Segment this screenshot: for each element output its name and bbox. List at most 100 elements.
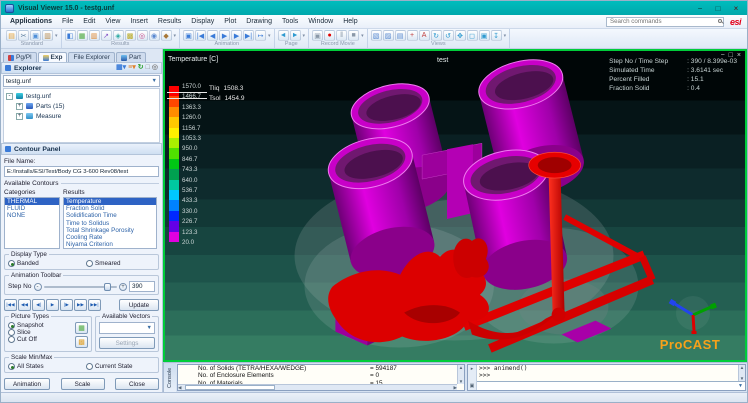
options-icon[interactable]: ◎ [152,64,158,72]
group-overflow-icon[interactable]: ▾ [504,33,507,39]
mdi-close-button[interactable]: × [737,52,741,59]
new-view-icon[interactable]: □ [146,64,150,72]
tab-exp[interactable]: Exp [38,52,68,62]
anchor-view-icon[interactable]: ↧ [491,30,502,41]
radio-banded[interactable]: Banded [8,260,86,267]
tab-part[interactable]: Part [116,52,146,62]
radio-slice[interactable]: Slice [8,329,75,336]
probe-icon[interactable]: ◎ [137,30,148,41]
menu-item[interactable]: Applications [5,18,57,25]
vector-plot-icon[interactable]: ↗ [101,30,112,41]
expand-icon[interactable]: + [16,103,23,110]
menu-item[interactable]: View [100,18,125,25]
tab-file-explorer[interactable]: File Explorer [68,52,114,62]
result-item[interactable]: Total Shrinkage Porosity [64,227,156,234]
transport-button[interactable]: ▶▶ [74,299,87,311]
pause-icon[interactable]: ‖ [336,30,347,41]
cut-icon[interactable]: ✂ [18,30,29,41]
tab-pgpl[interactable]: Pg/Pl [3,52,37,62]
result-item[interactable]: Time to Solidus [64,220,156,227]
cutoff-settings-button[interactable]: ▩ [75,336,88,348]
chevron-down-icon[interactable]: ▼ [736,383,745,389]
menu-item[interactable]: File [57,18,78,25]
step-minus-button[interactable]: - [34,283,42,291]
last-frame-icon[interactable]: ▶| [243,30,254,41]
grid-icon[interactable]: ▣ [470,383,475,389]
refresh-icon[interactable]: ↻ [138,64,144,72]
vertical-scrollbar[interactable]: ▲▼ [457,365,464,384]
tree-item-root[interactable]: - testg.unf [6,91,157,101]
menu-item[interactable]: Help [338,18,362,25]
slider-handle[interactable] [104,283,111,291]
load-results-icon[interactable]: ◧ [65,30,76,41]
annotation-icon[interactable]: A [419,30,430,41]
sort-icon[interactable]: ≡▾ [128,64,136,72]
search-input[interactable] [606,17,724,27]
radio-all-states[interactable]: All States [8,363,86,370]
maximize-button[interactable]: □ [711,3,725,13]
update-button[interactable]: Update [119,299,159,311]
play-icon[interactable]: ▶ [219,30,230,41]
next-page-icon[interactable]: ► [290,30,301,41]
banded-contour-icon[interactable]: ▥ [89,30,100,41]
radio-snapshot[interactable]: Snapshot [8,322,75,329]
close-panel-button[interactable]: Close [115,378,159,390]
menu-item[interactable]: Insert [125,18,153,25]
animation-setup-icon[interactable]: ▣ [183,30,194,41]
open-icon[interactable]: ▤ [6,30,17,41]
console-tab[interactable]: Console [163,363,176,392]
menu-item[interactable]: Edit [78,18,100,25]
tree-item-measure[interactable]: + Measure [16,111,157,121]
first-frame-icon[interactable]: |◀ [195,30,206,41]
transport-button[interactable]: ◀◀ [18,299,31,311]
menu-item[interactable]: Drawing [241,18,277,25]
window-layout-icon[interactable]: ▨ [383,30,394,41]
scale-button[interactable]: Scale [61,378,105,390]
radio-smeared[interactable]: Smeared [86,260,121,267]
zoom-area-icon[interactable]: ◻ [467,30,478,41]
view-mode-icon[interactable]: ▦▾ [116,64,126,72]
result-item[interactable]: Temperature [64,198,156,205]
category-item[interactable]: NONE [5,212,59,219]
collapse-icon[interactable]: - [6,93,13,100]
menu-item[interactable]: Display [186,18,219,25]
pan-icon[interactable]: ✥ [455,30,466,41]
transport-button[interactable]: |▶ [60,299,73,311]
tree-item-parts[interactable]: + Parts (15) [16,101,157,111]
minimize-button[interactable]: − [693,3,707,13]
vectors-combo[interactable]: ▼ [99,322,155,334]
step-back-icon[interactable]: ◀ [207,30,218,41]
paste-icon[interactable]: ▥ [42,30,53,41]
group-overflow-icon[interactable]: ▾ [303,33,306,39]
record-icon[interactable]: ● [324,30,335,41]
command-scrollbar[interactable]: ▲▼ [738,365,745,381]
menu-item[interactable]: Results [153,18,186,25]
run-icon[interactable]: ▸ [471,366,474,372]
command-input[interactable] [477,382,736,390]
step-no-field[interactable] [129,281,155,292]
category-item[interactable]: FLUID [5,205,59,212]
slice-settings-button[interactable]: ▦ [75,322,88,334]
result-item[interactable]: Niyama Criterion [64,241,156,248]
section-cut-icon[interactable]: ▩ [125,30,136,41]
expand-icon[interactable]: + [16,113,23,120]
console-output-pane[interactable]: No. of Solids (TETRA/HEXA/WEDGE)= 594187… [177,364,465,391]
page-setup-icon[interactable]: ▧ [371,30,382,41]
previous-page-icon[interactable]: ◄ [278,30,289,41]
command-input-row[interactable]: ▼ [477,381,745,390]
transport-button[interactable]: |◀◀ [4,299,17,311]
step-slider[interactable] [44,286,118,288]
stop-icon[interactable]: ■ [348,30,359,41]
animation-button[interactable]: Animation [4,378,50,390]
command-pane[interactable]: ▸▣ >>> animend()>>> ▲▼ ▼ [467,364,746,391]
result-tools-icon[interactable]: ◆ [161,30,172,41]
camera-icon[interactable]: ▣ [312,30,323,41]
search-box[interactable] [606,17,724,27]
rotate-ccw-icon[interactable]: ↺ [443,30,454,41]
result-item[interactable]: Temperature at Fill Time [64,248,156,249]
triad-icon[interactable]: + [407,30,418,41]
horizontal-scrollbar[interactable]: ◀▶ [178,384,457,390]
step-plus-button[interactable]: + [119,283,127,291]
transport-button[interactable]: ▶▶| [88,299,101,311]
iso-surface-icon[interactable]: ◈ [113,30,124,41]
